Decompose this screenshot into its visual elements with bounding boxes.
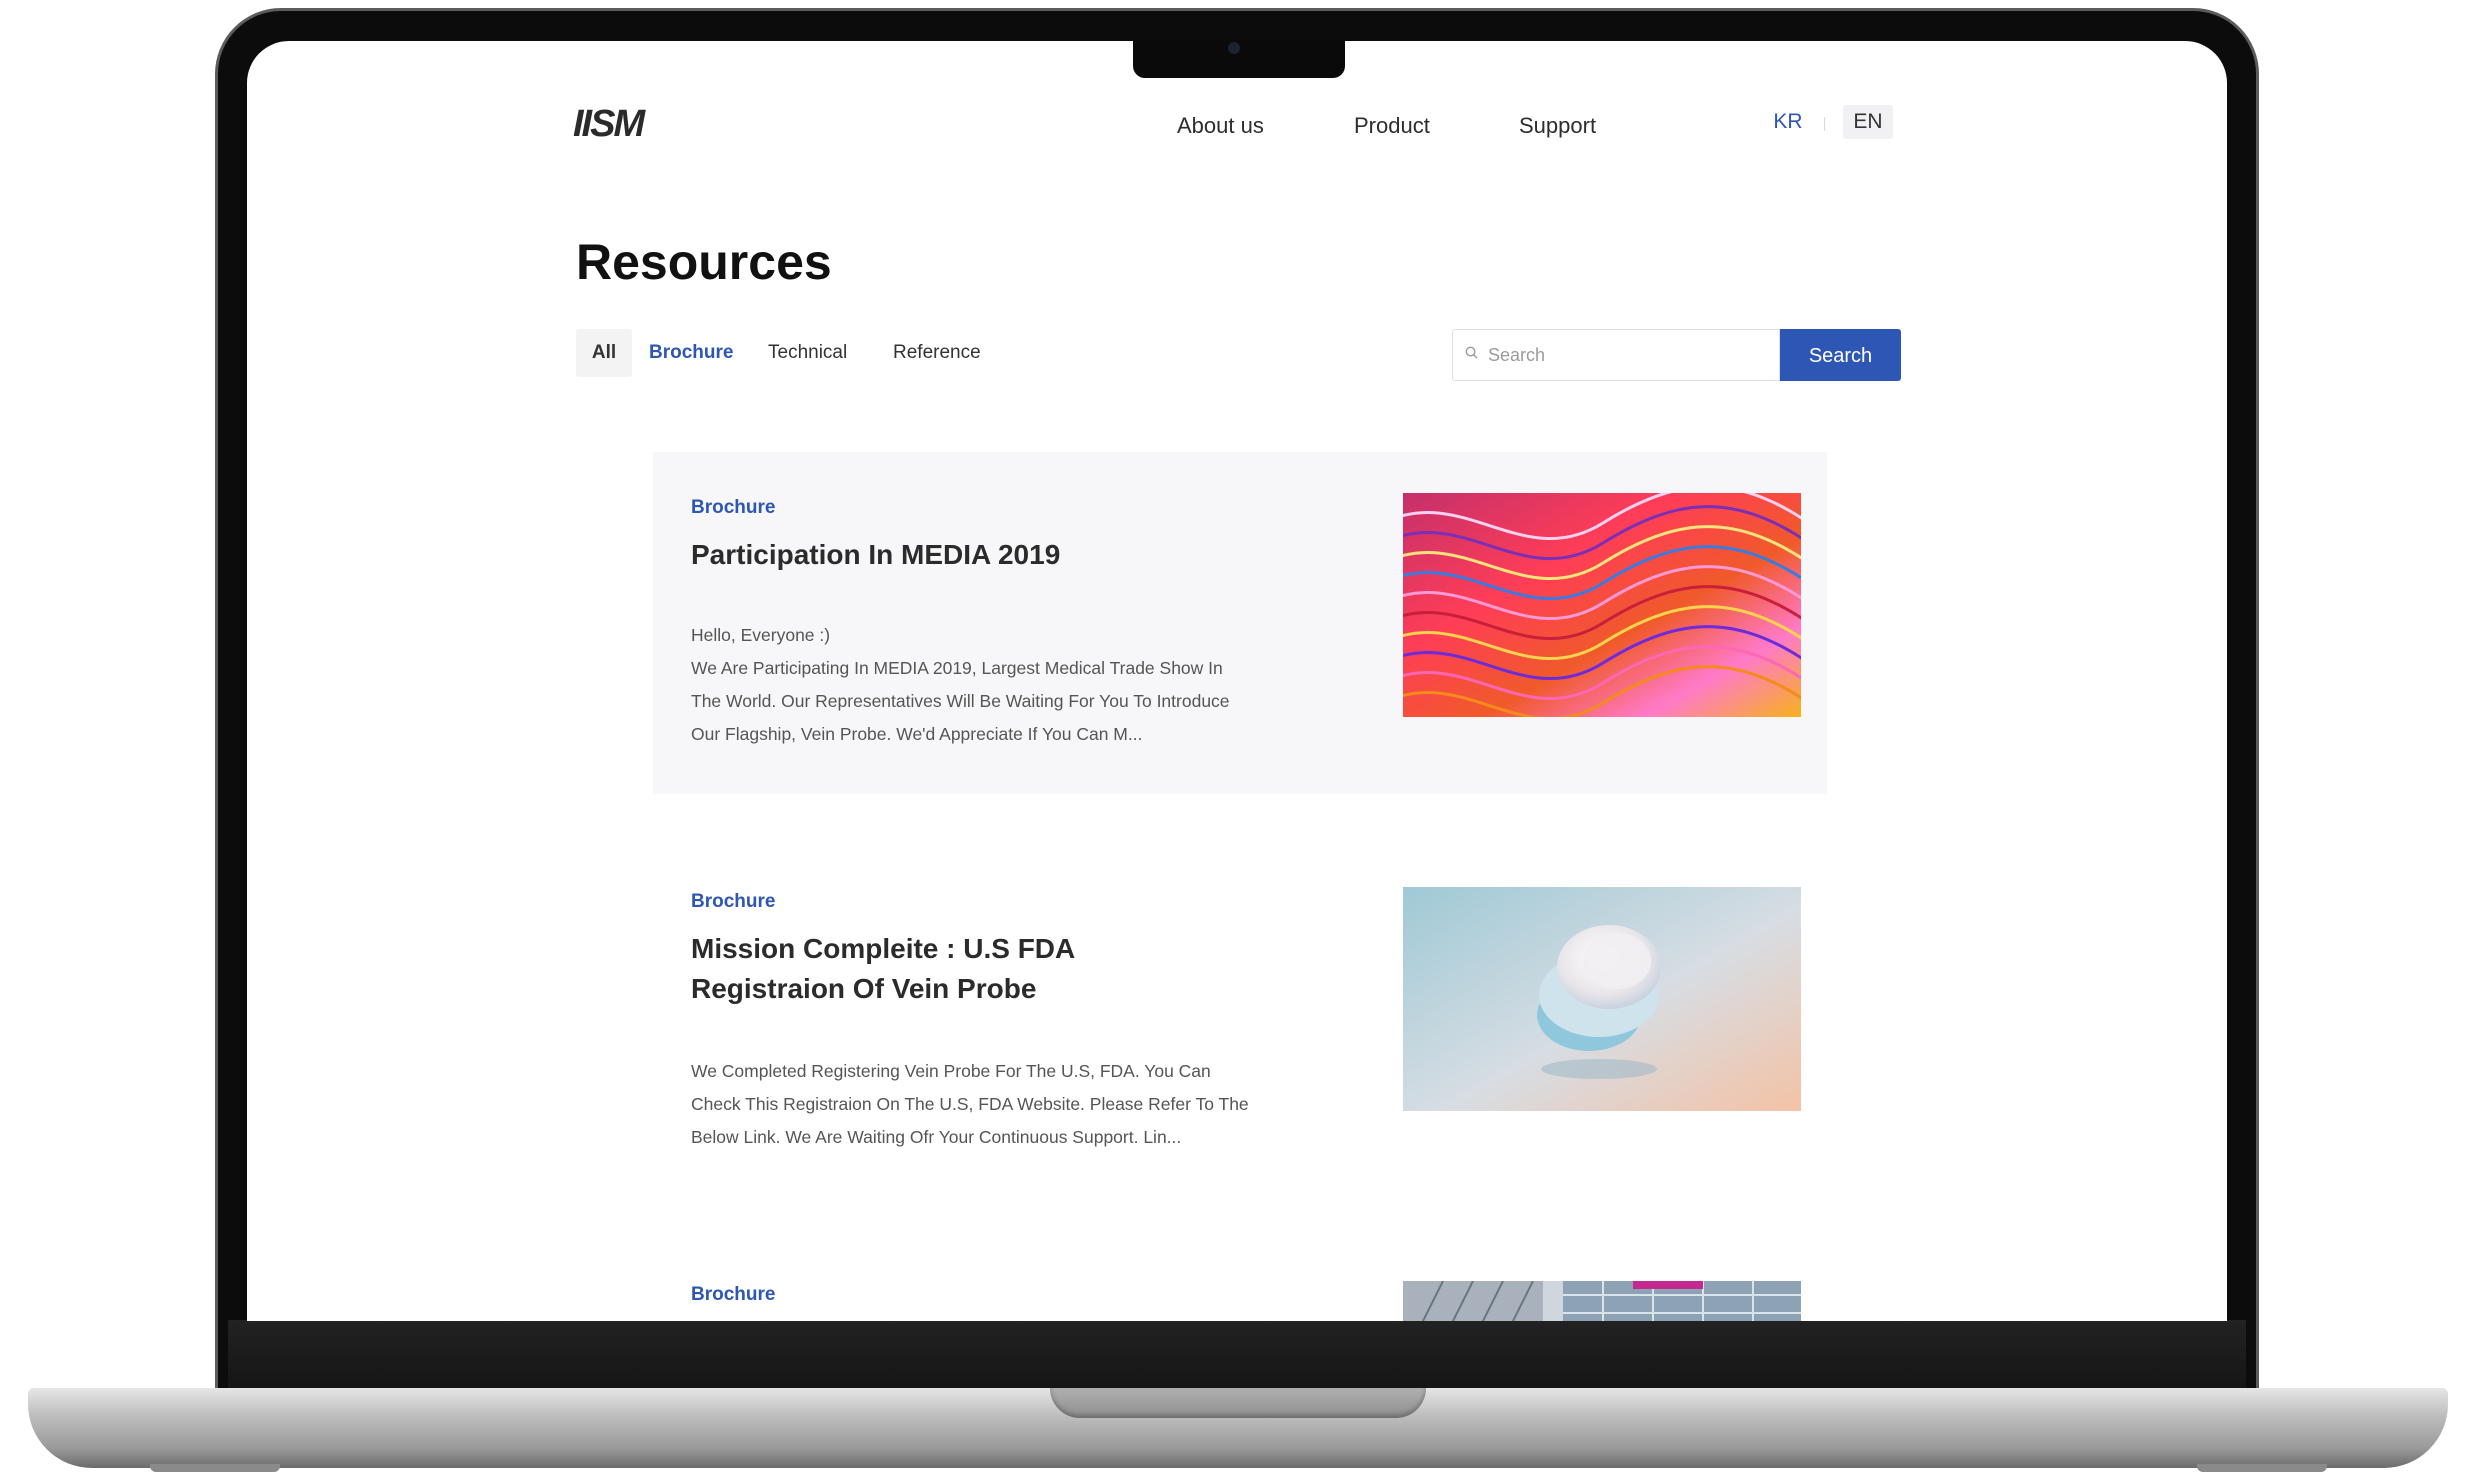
search-input[interactable] [1488,331,1768,379]
post-thumbnail-abstract-waves[interactable] [1403,493,1801,717]
nav-about-us[interactable]: About us [1177,113,1264,139]
laptop-chin [228,1320,2246,1390]
post-excerpt-line: Below Link. We Are Waiting Ofr Your Cont… [691,1127,1182,1147]
filter-tab-reference[interactable]: Reference [893,329,981,377]
filter-tab-brochure[interactable]: Brochure [649,329,733,377]
post-category[interactable]: Brochure [691,891,775,913]
post-title[interactable]: Mission Compleite : U.S FDA Registraion … [691,929,1251,1009]
post-excerpt: We Completed Registering Vein Probe For … [691,1055,1311,1154]
post-excerpt-line: We Completed Registering Vein Probe For … [691,1061,1211,1081]
post-title-line: Registraion Of Vein Probe [691,973,1037,1004]
post-excerpt-line: We Are Participating In MEDIA 2019, Larg… [691,658,1223,678]
post-excerpt-line: Check This Registraion On The U.S, FDA W… [691,1094,1249,1114]
language-kr[interactable]: KR [1766,105,1810,139]
camera-icon [1228,42,1240,54]
post-title-line: Mission Compleite : U.S FDA [691,933,1076,964]
laptop-foot [2197,1464,2327,1472]
post-excerpt-line: The World. Our Representatives Will Be W… [691,691,1230,711]
site-logo[interactable]: IISM [573,103,645,146]
post-title[interactable]: Participation In MEDIA 2019 [691,535,1251,575]
nav-support[interactable]: Support [1519,113,1596,139]
filter-tab-technical[interactable]: Technical [768,329,847,377]
post-thumbnail-building[interactable] [1403,1281,1801,1321]
filter-tab-all[interactable]: All [576,329,632,377]
language-divider [1824,117,1825,131]
nav-product[interactable]: Product [1354,113,1430,139]
post-category[interactable]: Brochure [691,497,775,519]
page-title: Resources [576,234,832,290]
post-thumbnail-3d-disc[interactable] [1403,887,1801,1111]
browser-screen: IISM About us Product Support KR EN Reso… [247,41,2227,1321]
post-excerpt-line: Our Flagship, Vein Probe. We'd Appreciat… [691,724,1143,744]
post-category[interactable]: Brochure [691,1284,775,1306]
post-excerpt: Hello, Everyone :) We Are Participating … [691,619,1311,751]
language-en[interactable]: EN [1843,105,1893,139]
laptop-foot [150,1464,280,1472]
search-button[interactable]: Search [1780,329,1901,381]
post-excerpt-line: Hello, Everyone :) [691,625,831,645]
search-icon [1465,346,1478,359]
laptop-trackpad-notch [1050,1388,1426,1418]
